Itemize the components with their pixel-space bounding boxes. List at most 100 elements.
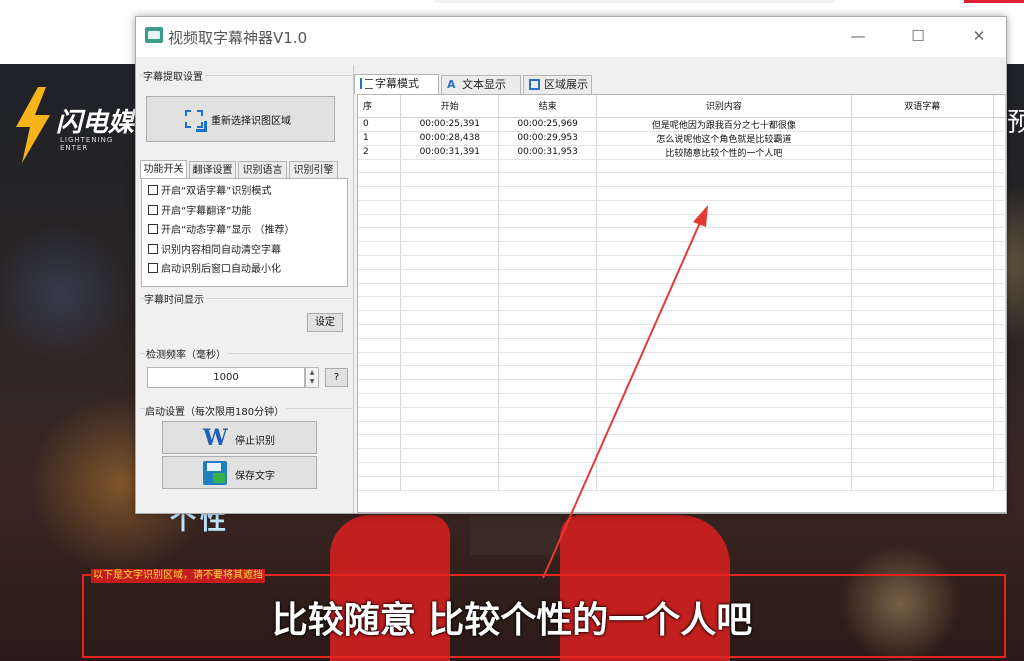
table-row[interactable] [358, 407, 1006, 422]
tab-feature-switch[interactable]: 功能开关 [140, 160, 187, 179]
cell-seq [358, 241, 402, 257]
tab-label: 字幕模式 [375, 77, 419, 90]
cell-filler [993, 434, 1006, 450]
app-window: 视频取字幕神器V1.0 — ☐ ✕ 字幕提取设置 重新选择识图区域 功能开关 翻… [135, 16, 1007, 514]
cell-content [596, 283, 852, 298]
cell-content [596, 324, 852, 339]
cell-content [596, 448, 852, 464]
col-content[interactable]: 识别内容 [596, 95, 852, 118]
table-row[interactable] [358, 352, 1006, 367]
table-row[interactable] [358, 172, 1006, 188]
cell-start [400, 269, 500, 284]
checkbox[interactable] [148, 205, 158, 215]
tab-translation[interactable]: 翻译设置 [189, 161, 236, 179]
cell-start [400, 310, 500, 326]
reselect-region-button[interactable]: 重新选择识图区域 [146, 96, 335, 142]
table-row[interactable]: 0 00:00:25,391 00:00:25,969 但是呢他因为跟我百分之七十都很… [358, 117, 1006, 132]
set-time-button[interactable]: 设定 [307, 313, 343, 332]
save-text-button[interactable]: 保存文字 [162, 456, 317, 489]
cell-bilingual [851, 172, 995, 188]
checkbox[interactable] [148, 263, 158, 273]
tab-region-display[interactable]: 区域展示 [523, 75, 592, 94]
option-bilingual[interactable]: 开启“双语字幕”识别模式 [148, 184, 271, 200]
subtitle-grid[interactable]: 序 开始 结束 识别内容 双语字幕 0 00:00:25,391 00:00:25,… [357, 94, 1007, 513]
col-end[interactable]: 结束 [498, 95, 598, 118]
maximize-button[interactable]: ☐ [903, 25, 933, 47]
tab-subtitle-mode[interactable]: 字幕模式 [354, 74, 439, 94]
cell-content [596, 255, 852, 270]
title-bar[interactable]: 视频取字幕神器V1.0 — ☐ ✕ [136, 17, 1006, 57]
table-row[interactable]: 1 00:00:28,438 00:00:29,953 怎么说呢他这个角色就是比较霸道 [358, 131, 1006, 146]
tab-engine[interactable]: 识别引擎 [289, 161, 338, 179]
table-row[interactable] [358, 200, 1006, 215]
cell-seq [358, 434, 402, 450]
checkbox[interactable] [148, 244, 158, 254]
table-row[interactable] [358, 365, 1006, 381]
table-row[interactable] [358, 241, 1006, 257]
cell-filler [993, 379, 1006, 395]
cell-filler [993, 131, 1006, 146]
cell-filler [993, 338, 1006, 353]
table-row[interactable] [358, 434, 1006, 450]
tab-text-display[interactable]: A 文本显示 [441, 75, 521, 94]
table-row[interactable] [358, 186, 1006, 201]
table-row[interactable] [358, 159, 1006, 174]
cell-start [400, 324, 500, 339]
checkbox[interactable] [148, 185, 158, 195]
cell-seq [358, 172, 402, 188]
table-row[interactable] [358, 421, 1006, 436]
cell-start [400, 448, 500, 464]
frequency-input[interactable]: 1000 [147, 367, 305, 388]
cell-filler [993, 172, 1006, 188]
option-auto-clear[interactable]: 识别内容相同自动清空字幕 [148, 243, 281, 259]
region-icon [529, 79, 540, 90]
tab-language[interactable]: 识别语言 [238, 161, 287, 179]
table-row[interactable]: 2 00:00:31,391 00:00:31,953 比较随意比较个性的一个人吧 [358, 145, 1006, 160]
cell-filler [993, 407, 1006, 422]
table-row[interactable] [358, 310, 1006, 326]
cell-content: 但是呢他因为跟我百分之七十都很像 [596, 117, 852, 132]
cell-content [596, 407, 852, 422]
col-seq[interactable]: 序 [358, 95, 402, 118]
table-row[interactable] [358, 448, 1006, 464]
table-row[interactable] [358, 255, 1006, 270]
table-row[interactable] [358, 338, 1006, 353]
cell-end [498, 365, 598, 381]
table-row[interactable] [358, 476, 1006, 491]
checkbox[interactable] [148, 224, 158, 234]
cell-seq [358, 283, 402, 298]
table-row[interactable] [358, 227, 1006, 243]
table-row[interactable] [358, 393, 1006, 408]
option-dynamic[interactable]: 开启“动态字幕”显示 （推荐） [148, 223, 295, 239]
app-icon [145, 27, 163, 43]
option-auto-minimize[interactable]: 启动识别后窗口自动最小化 [148, 262, 281, 278]
table-row[interactable] [358, 214, 1006, 229]
cell-bilingual [851, 131, 995, 146]
col-start[interactable]: 开始 [400, 95, 500, 118]
cell-seq [358, 365, 402, 381]
frequency-spinner[interactable]: ▲ ▼ [305, 367, 319, 388]
help-button[interactable]: ? [325, 368, 348, 387]
minimize-button[interactable]: — [843, 25, 873, 47]
table-row[interactable] [358, 324, 1006, 339]
option-label: 开启“动态字幕”显示 （推荐） [161, 225, 295, 236]
cell-content [596, 159, 852, 174]
cell-filler [993, 310, 1006, 326]
cell-end [498, 338, 598, 353]
cell-content [596, 434, 852, 450]
table-row[interactable] [358, 283, 1006, 298]
col-bilingual[interactable]: 双语字幕 [851, 95, 995, 118]
cell-bilingual [851, 352, 995, 367]
table-row[interactable] [358, 462, 1006, 477]
cell-start [400, 393, 500, 408]
cell-seq [358, 379, 402, 395]
cell-content [596, 227, 852, 243]
option-translate[interactable]: 开启“字幕翻译”功能 [148, 204, 251, 220]
table-row[interactable] [358, 379, 1006, 395]
cell-start: 00:00:25,391 [400, 117, 500, 132]
cell-seq [358, 407, 402, 422]
table-row[interactable] [358, 269, 1006, 284]
stop-recognition-button[interactable]: W 停止识别 [162, 421, 317, 454]
close-button[interactable]: ✕ [964, 25, 994, 47]
table-row[interactable] [358, 296, 1006, 312]
